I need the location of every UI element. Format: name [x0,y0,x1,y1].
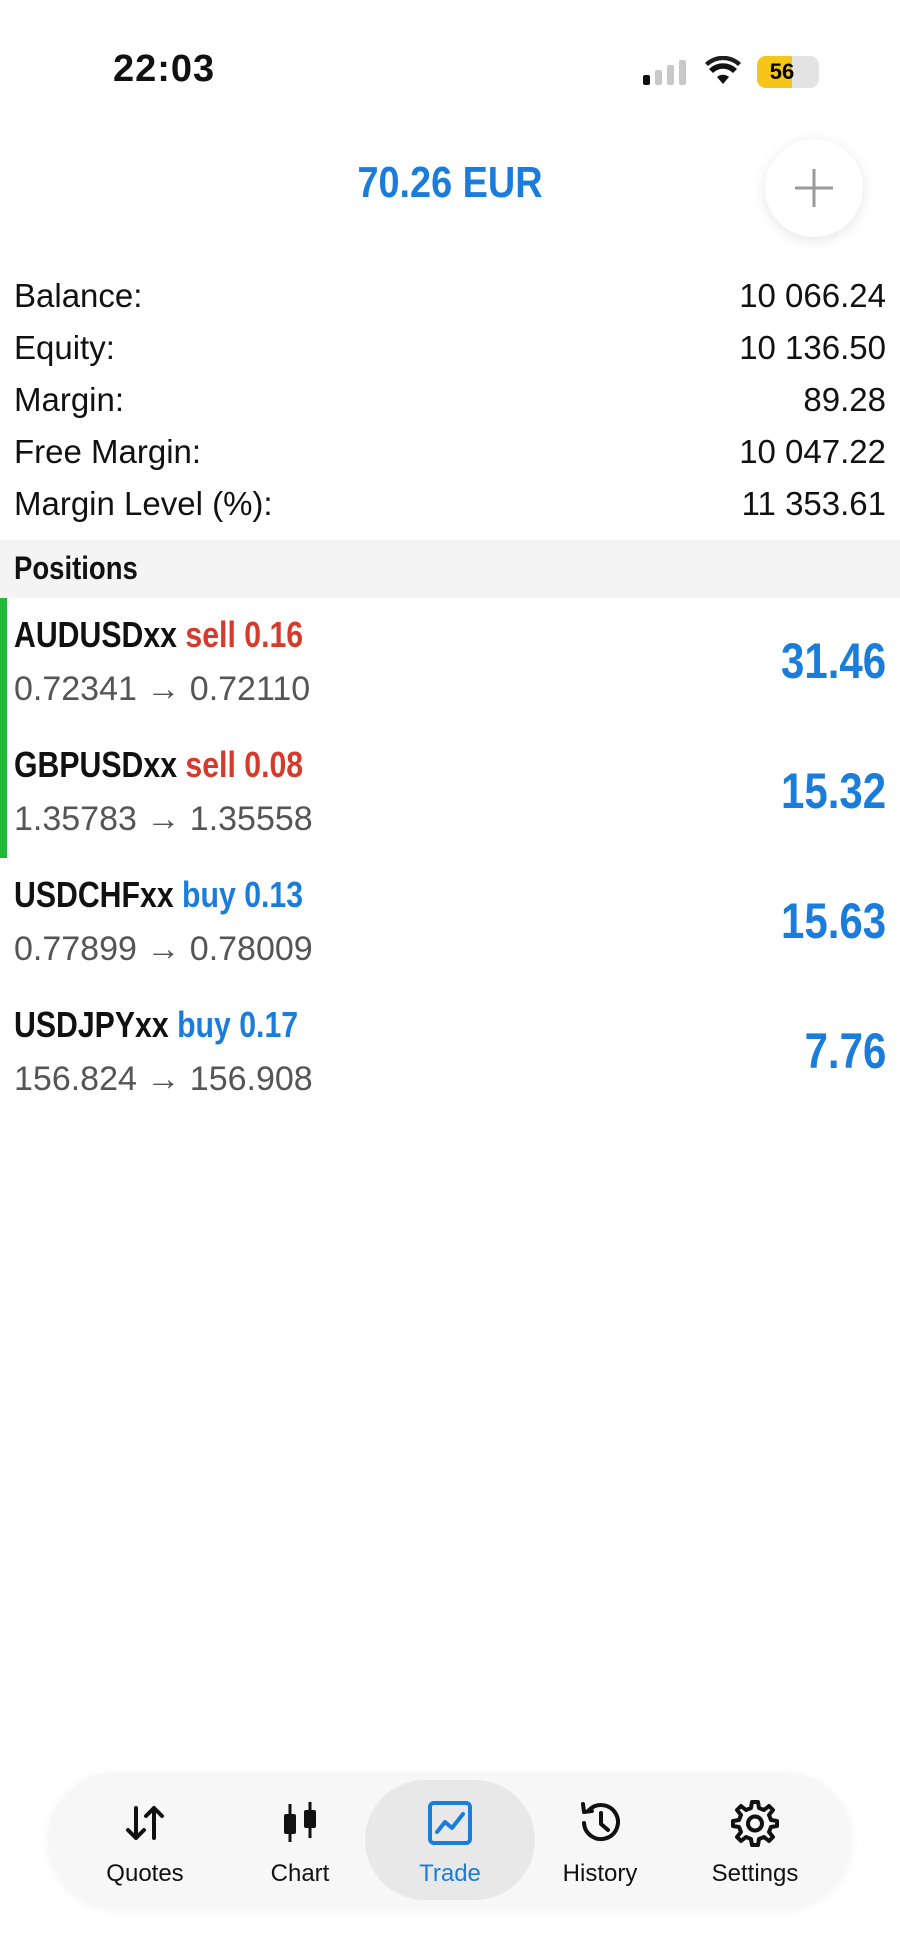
candlestick-chart-icon [284,1802,316,1842]
tab-settings[interactable]: Settings [670,1780,840,1900]
position-symbol: USDJPYxx [14,1004,169,1045]
status-bar: 22:03 56 [0,0,900,120]
position-title: USDCHFxx buy 0.13 [14,874,303,916]
bottom-tab-bar: Quotes Chart Trade History Settings [48,1772,852,1908]
history-clock-icon [581,1802,620,1841]
position-profit: 7.76 [804,1023,886,1079]
battery-indicator: 56 [757,56,819,88]
position-row[interactable]: USDJPYxx buy 0.17 156.824 → 156.908 7.76 [0,988,900,1118]
position-prices: 0.77899 → 0.78009 [14,930,313,968]
positions-section-header: Positions [0,540,900,598]
position-profit: 31.46 [780,633,886,689]
positions-title: Positions [14,550,138,586]
total-profit: 70.26 EUR [357,158,543,207]
summary-row-equity: Equity: 10 136.50 [14,322,886,374]
plus-icon [795,169,833,207]
position-side: sell 0.08 [185,744,304,785]
cellular-signal-icon [643,60,686,85]
summary-value: 89.28 [803,381,886,418]
wifi-icon [705,56,741,84]
summary-label: Margin: [14,381,125,418]
position-side: sell 0.16 [185,614,304,655]
status-time: 22:03 [113,48,216,90]
summary-label: Margin Level (%): [14,485,273,522]
position-title: AUDUSDxx sell 0.16 [14,614,303,656]
tab-label: Chart [270,1860,330,1887]
position-prices: 156.824 → 156.908 [14,1060,313,1098]
account-summary: Balance: 10 066.24 Equity: 10 136.50 Mar… [14,270,886,530]
position-prices: 0.72341 → 0.72110 [14,670,311,708]
summary-row-free-margin: Free Margin: 10 047.22 [14,426,886,478]
tab-label: History [562,1860,638,1887]
tab-label: Settings [711,1860,799,1887]
summary-label: Balance: [14,277,143,314]
battery-level: 56 [769,59,795,84]
tab-history[interactable]: History [515,1780,685,1900]
position-title: GBPUSDxx sell 0.08 [14,744,303,786]
position-row[interactable]: USDCHFxx buy 0.13 0.77899 → 0.78009 15.6… [0,858,900,988]
summary-value: 11 353.61 [741,485,886,522]
position-prices: 1.35783 → 1.35558 [14,800,313,838]
positions-list: AUDUSDxx sell 0.16 0.72341 → 0.72110 31.… [0,598,900,1118]
summary-value: 10 066.24 [739,277,886,314]
position-row[interactable]: GBPUSDxx sell 0.08 1.35783 → 1.35558 15.… [0,728,900,858]
trade-chart-icon [428,1801,472,1845]
tab-label: Quotes [106,1860,184,1887]
position-title: USDJPYxx buy 0.17 [14,1004,298,1046]
position-profit: 15.63 [780,893,886,949]
gear-icon [731,1800,779,1847]
summary-value: 10 047.22 [739,433,886,470]
tab-trade[interactable]: Trade [365,1780,535,1900]
tab-chart[interactable]: Chart [215,1780,385,1900]
position-symbol: USDCHFxx [14,874,174,915]
position-symbol: GBPUSDxx [14,744,178,785]
position-side: buy 0.13 [182,874,304,915]
position-symbol: AUDUSDxx [14,614,177,655]
summary-value: 10 136.50 [739,329,886,366]
position-row[interactable]: AUDUSDxx sell 0.16 0.72341 → 0.72110 31.… [0,598,900,728]
summary-label: Equity: [14,329,115,366]
position-marker [0,598,7,728]
tab-label: Trade [419,1860,481,1887]
position-side: buy 0.17 [177,1004,299,1045]
add-order-button[interactable] [765,139,863,237]
tab-quotes[interactable]: Quotes [60,1780,230,1900]
summary-label: Free Margin: [14,433,202,470]
summary-row-balance: Balance: 10 066.24 [14,270,886,322]
summary-row-margin: Margin: 89.28 [14,374,886,426]
position-profit: 15.32 [780,763,886,819]
quotes-arrows-icon [126,1806,164,1840]
position-marker [0,728,7,858]
summary-row-margin-level: Margin Level (%): 11 353.61 [14,478,886,530]
